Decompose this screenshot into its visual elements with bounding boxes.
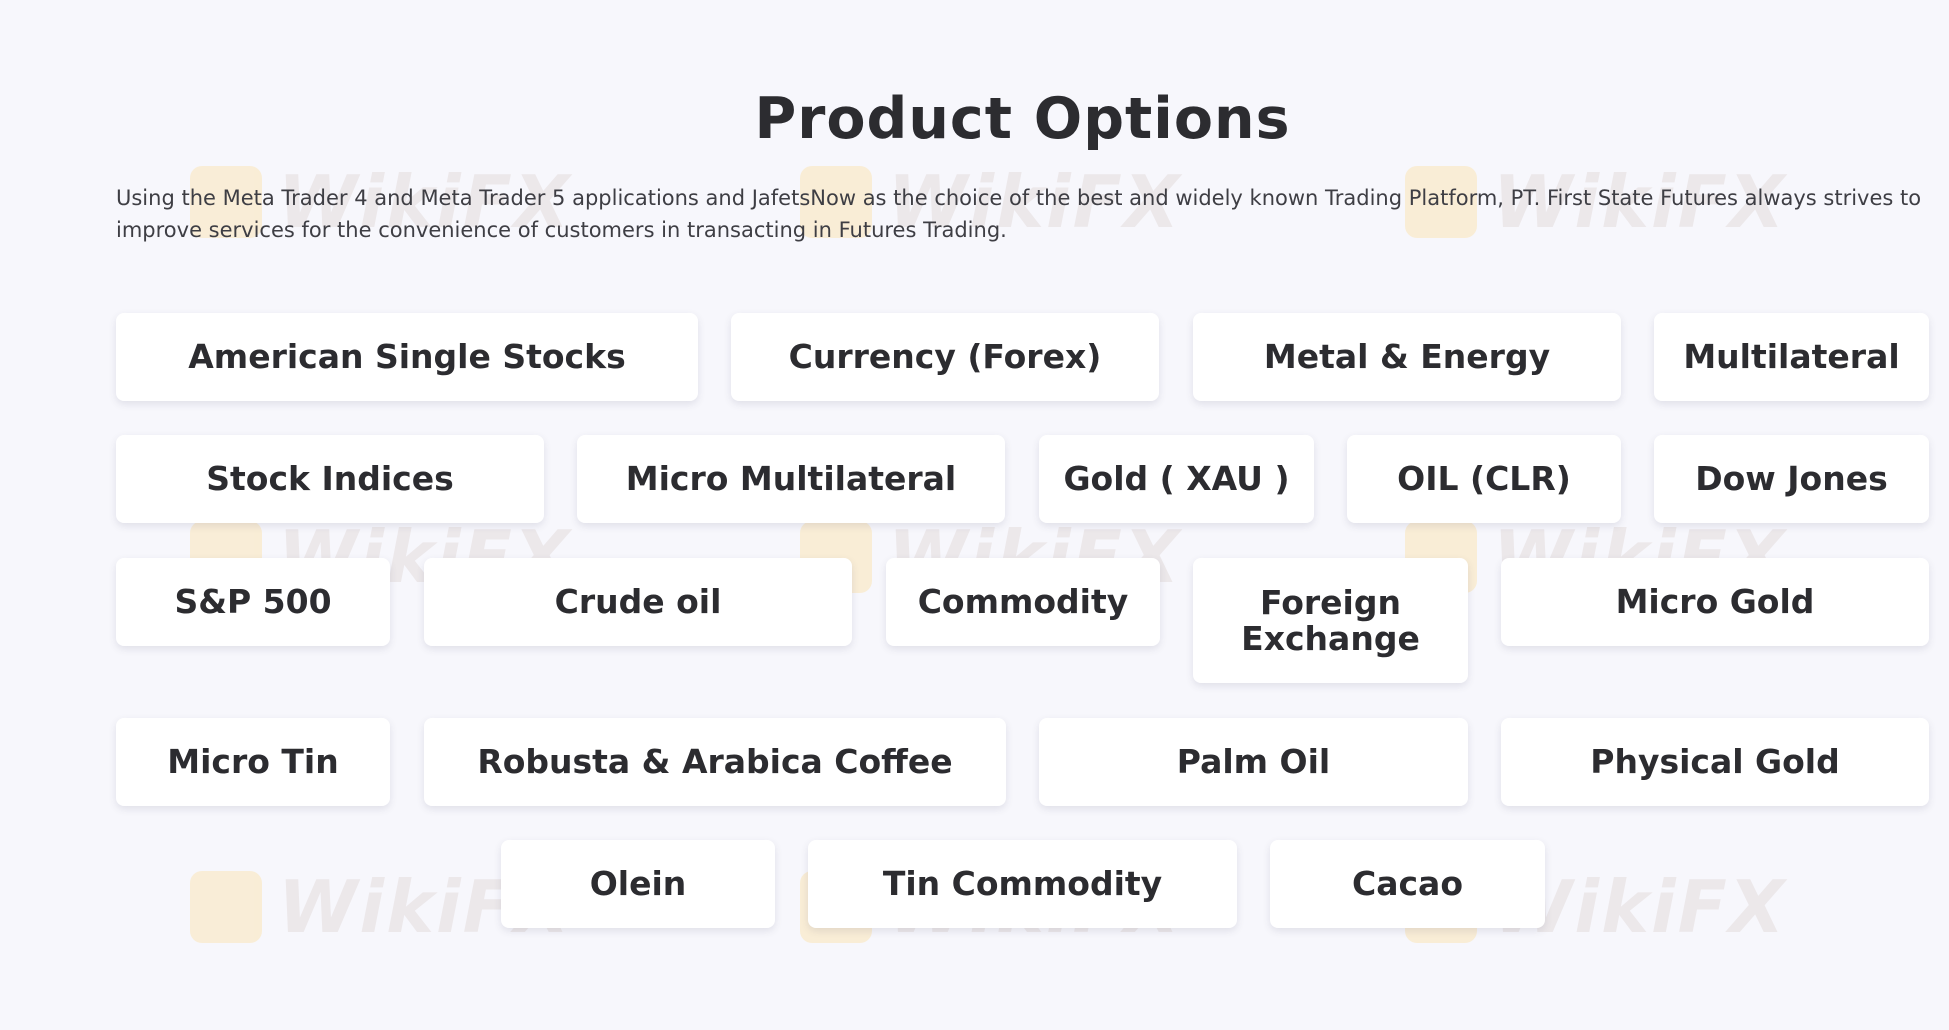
product-option-stock-indices[interactable]: Stock Indices xyxy=(116,435,544,523)
intro-description: Using the Meta Trader 4 and Meta Trader … xyxy=(116,186,1922,242)
product-option-cacao[interactable]: Cacao xyxy=(1270,840,1545,928)
product-option-micro-multilateral[interactable]: Micro Multilateral xyxy=(577,435,1005,523)
product-option-palm-oil[interactable]: Palm Oil xyxy=(1039,718,1468,806)
page-title: Product Options xyxy=(754,86,1291,152)
product-option-multilateral[interactable]: Multilateral xyxy=(1654,313,1929,401)
product-option-american-single-stocks[interactable]: American Single Stocks xyxy=(116,313,698,401)
product-option-foreign-exchange[interactable]: Foreign Exchange xyxy=(1193,558,1468,683)
product-option-oil-clr[interactable]: OIL (CLR) xyxy=(1347,435,1621,523)
wikifx-logo-icon xyxy=(190,871,262,943)
product-option-gold-xau[interactable]: Gold ( XAU ) xyxy=(1039,435,1314,523)
product-option-sp-500[interactable]: S&P 500 xyxy=(116,558,390,646)
product-option-robusta-arabica-coffee[interactable]: Robusta & Arabica Coffee xyxy=(424,718,1006,806)
product-option-micro-tin[interactable]: Micro Tin xyxy=(116,718,390,806)
product-option-metal-energy[interactable]: Metal & Energy xyxy=(1193,313,1621,401)
product-option-crude-oil[interactable]: Crude oil xyxy=(424,558,852,646)
product-option-micro-gold[interactable]: Micro Gold xyxy=(1501,558,1929,646)
product-option-commodity[interactable]: Commodity xyxy=(886,558,1160,646)
product-option-olein[interactable]: Olein xyxy=(501,840,775,928)
product-option-tin-commodity[interactable]: Tin Commodity xyxy=(808,840,1237,928)
product-option-currency-forex[interactable]: Currency (Forex) xyxy=(731,313,1159,401)
product-option-physical-gold[interactable]: Physical Gold xyxy=(1501,718,1929,806)
product-option-dow-jones[interactable]: Dow Jones xyxy=(1654,435,1929,523)
